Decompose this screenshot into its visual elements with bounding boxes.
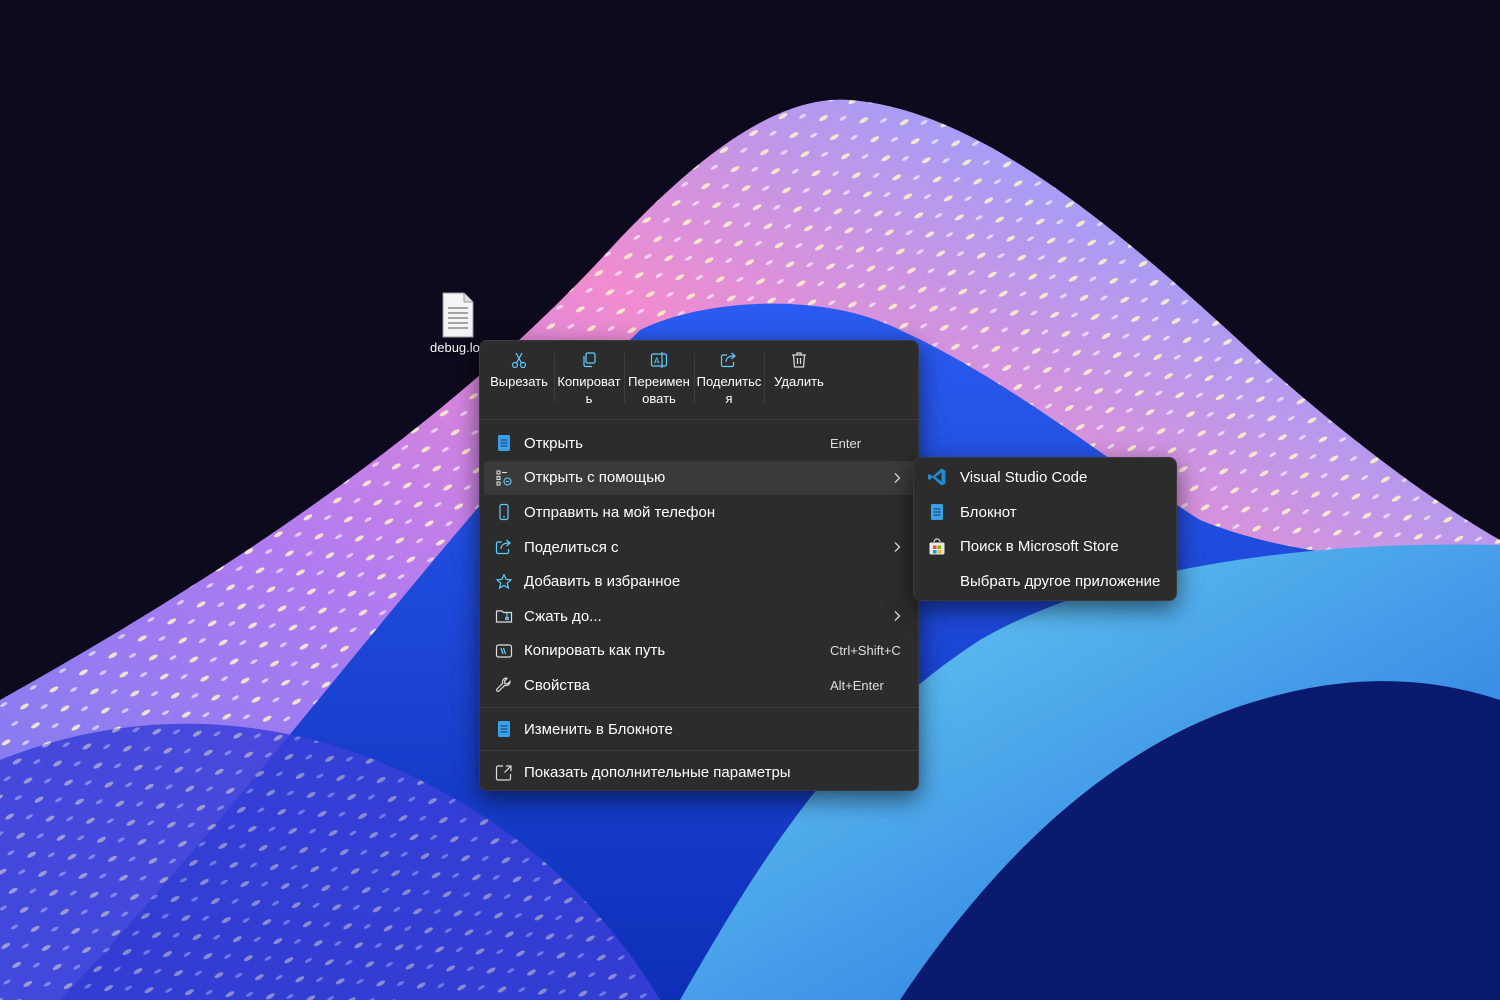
- menu-item-label: Сжать до...: [524, 607, 602, 625]
- cut-label: Вырезать: [490, 374, 548, 389]
- separator: [480, 750, 918, 752]
- scissors-icon: [511, 352, 527, 369]
- submenu-item-label: Блокнот: [960, 503, 1017, 521]
- open-with-submenu: Visual Studio Code Блокнот Поиск в Micro…: [913, 457, 1177, 601]
- share-label: Поделиться: [696, 374, 762, 406]
- vscode-icon: [914, 467, 960, 487]
- menu-item-send-to-phone[interactable]: Отправить на мой телефон: [484, 495, 914, 530]
- desktop-file-label: debug.log: [430, 340, 482, 355]
- submenu-item-store-search[interactable]: Поиск в Microsoft Store: [914, 529, 1176, 564]
- notepad-icon: [484, 434, 524, 452]
- delete-button[interactable]: Удалить: [764, 341, 834, 417]
- submenu-item-label: Поиск в Microsoft Store: [960, 538, 1119, 556]
- chevron-right-icon: [892, 461, 902, 496]
- rename-button[interactable]: A Переименовать: [624, 341, 694, 417]
- open-with-icon: [484, 469, 524, 487]
- menu-item-copy-path[interactable]: Копировать как путь Ctrl+Shift+C: [484, 634, 914, 669]
- shortcut-text: Ctrl+Shift+C: [830, 643, 901, 659]
- menu-item-label: Отправить на мой телефон: [524, 503, 716, 521]
- context-toolbar: Вырезать Копировать A Переименовать Поде…: [480, 341, 918, 417]
- separator: [480, 419, 918, 420]
- notepad-icon: [914, 503, 960, 521]
- copy-label: Копировать: [557, 374, 621, 406]
- share-icon: [484, 538, 524, 556]
- zip-folder-icon: [484, 607, 524, 625]
- menu-item-label: Открыть с помощью: [524, 469, 666, 487]
- submenu-item-choose-app[interactable]: Выбрать другое приложение: [914, 564, 1176, 599]
- menu-item-open[interactable]: Открыть Enter: [484, 426, 914, 461]
- separator: [480, 706, 918, 708]
- store-icon: [914, 538, 960, 556]
- menu-item-properties[interactable]: Свойства Alt+Enter: [484, 668, 914, 703]
- star-icon: [484, 573, 524, 591]
- menu-item-add-favorites[interactable]: Добавить в избранное: [484, 564, 914, 599]
- chevron-right-icon: [892, 530, 902, 565]
- shortcut-text: Alt+Enter: [830, 677, 884, 693]
- phone-icon: [484, 503, 524, 521]
- cut-button[interactable]: Вырезать: [484, 341, 554, 417]
- rename-label: Переименовать: [628, 374, 690, 406]
- share-button[interactable]: Поделиться: [694, 341, 764, 417]
- submenu-item-vscode[interactable]: Visual Studio Code: [914, 460, 1176, 495]
- more-options-icon: [484, 764, 524, 782]
- copy-button[interactable]: Копировать: [554, 341, 624, 417]
- chevron-right-icon: [892, 599, 902, 634]
- rename-icon: A: [650, 352, 668, 368]
- submenu-item-notepad[interactable]: Блокнот: [914, 495, 1176, 530]
- wrench-icon: [484, 676, 524, 694]
- trash-icon: [792, 352, 806, 368]
- submenu-item-label: Visual Studio Code: [960, 468, 1088, 486]
- menu-item-show-more-options[interactable]: Показать дополнительные параметры: [484, 755, 914, 790]
- context-menu: Вырезать Копировать A Переименовать Поде…: [479, 340, 919, 791]
- menu-item-share-with[interactable]: Поделиться с: [484, 530, 914, 565]
- notepad-icon: [484, 720, 524, 738]
- submenu-item-label: Выбрать другое приложение: [960, 572, 1161, 590]
- delete-label: Удалить: [774, 374, 824, 389]
- menu-item-label: Поделиться с: [524, 538, 619, 556]
- menu-item-compress[interactable]: Сжать до...: [484, 599, 914, 634]
- copy-path-icon: [484, 642, 524, 660]
- menu-item-label: Показать дополнительные параметры: [524, 764, 791, 782]
- svg-text:A: A: [654, 357, 660, 366]
- menu-item-open-with[interactable]: Открыть с помощью: [484, 460, 914, 496]
- text-document-icon: [426, 292, 490, 338]
- menu-item-label: Добавить в избранное: [524, 573, 681, 591]
- menu-item-edit-notepad[interactable]: Изменить в Блокноте: [484, 712, 914, 747]
- menu-item-label: Изменить в Блокноте: [524, 720, 673, 738]
- shortcut-text: Enter: [830, 435, 862, 451]
- share-icon: [720, 352, 736, 368]
- copy-icon: [583, 352, 596, 368]
